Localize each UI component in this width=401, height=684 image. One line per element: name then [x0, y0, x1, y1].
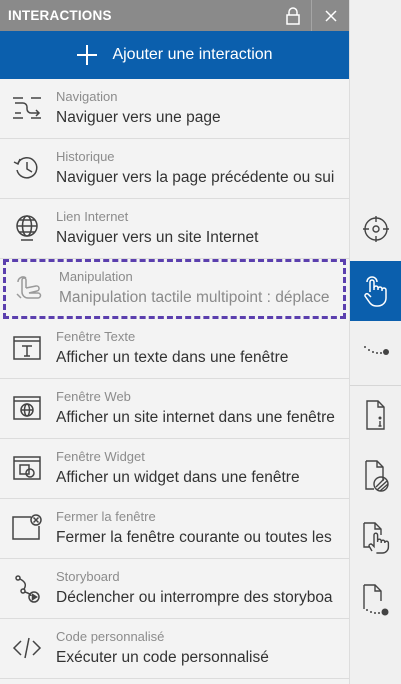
- item-category: Navigation: [56, 89, 118, 104]
- text-window-icon: [11, 332, 43, 364]
- storyboard-icon: [11, 572, 43, 604]
- motion-path-icon: [364, 346, 389, 355]
- item-category: Fenêtre Widget: [56, 449, 145, 464]
- item-description: Afficher un texte dans une fenêtre: [56, 349, 289, 366]
- item-category: Fenêtre Web: [56, 389, 131, 404]
- rail-button-file-texture[interactable]: [350, 446, 401, 506]
- item-category: Fenêtre Texte: [56, 329, 136, 344]
- item-description: Manipulation tactile multipoint : déplac…: [59, 289, 330, 306]
- panel-title: INTERACTIONS: [8, 8, 112, 23]
- list-item-widget-window[interactable]: Fenêtre Widget Afficher un widget dans u…: [0, 439, 349, 499]
- item-description: Naviguer vers une page: [56, 109, 221, 126]
- close-window-icon: [11, 512, 43, 544]
- list-item-navigation[interactable]: Navigation Naviguer vers une page: [0, 79, 349, 139]
- item-category: Code personnalisé: [56, 629, 165, 644]
- file-touch-icon: [363, 522, 390, 554]
- widget-window-icon: [11, 452, 43, 484]
- add-interaction-label: Ajouter une interaction: [112, 46, 273, 63]
- rail-button-touch[interactable]: [350, 261, 401, 321]
- item-category: Fermer la fenêtre: [56, 509, 156, 524]
- rail-button-file-touch[interactable]: [350, 508, 401, 568]
- item-description: Afficher un widget dans une fenêtre: [56, 469, 300, 486]
- item-category: Historique: [56, 149, 115, 164]
- add-interaction-button[interactable]: Ajouter une interaction: [0, 31, 349, 79]
- rail-button-target[interactable]: [350, 199, 401, 259]
- close-panel-button[interactable]: [311, 0, 349, 31]
- close-icon: [324, 9, 337, 22]
- plus-icon: [77, 45, 98, 65]
- item-description: Naviguer vers un site Internet: [56, 229, 259, 246]
- target-icon: [363, 216, 389, 242]
- right-tool-rail: [349, 0, 401, 684]
- item-description: Exécuter un code personnalisé: [56, 649, 269, 666]
- item-category: Storyboard: [56, 569, 120, 584]
- list-item-storyboard[interactable]: Storyboard Déclencher ou interrompre des…: [0, 559, 349, 619]
- history-icon: [11, 152, 43, 184]
- rail-button-file-path[interactable]: [350, 570, 401, 630]
- list-item-web-window[interactable]: Fenêtre Web Afficher un site internet da…: [0, 379, 349, 439]
- file-info-icon: [366, 400, 385, 430]
- lock-button[interactable]: [275, 0, 311, 31]
- code-icon: [11, 632, 43, 664]
- file-path-icon: [363, 584, 389, 616]
- rail-button-file-info[interactable]: [350, 385, 401, 445]
- navigation-icon: [11, 92, 43, 124]
- list-item-manipulation[interactable]: Manipulation Manipulation tactile multip…: [3, 259, 346, 319]
- list-item-text-window[interactable]: Fenêtre Texte Afficher un texte dans une…: [0, 319, 349, 379]
- touch-hand-icon: [364, 276, 387, 307]
- touch-gesture-icon: [14, 272, 46, 304]
- interactions-panel: INTERACTIONS Ajouter une interaction Nav…: [0, 0, 349, 684]
- interaction-list: Navigation Naviguer vers une page Histor…: [0, 79, 349, 679]
- list-item-internet-link[interactable]: Lien Internet Naviguer vers un site Inte…: [0, 199, 349, 259]
- item-category: Lien Internet: [56, 209, 129, 224]
- globe-icon: [11, 212, 43, 244]
- item-category: Manipulation: [59, 269, 133, 284]
- panel-header: INTERACTIONS: [0, 0, 349, 31]
- item-description: Afficher un site internet dans une fenêt…: [56, 409, 335, 426]
- list-item-close-window[interactable]: Fermer la fenêtre Fermer la fenêtre cour…: [0, 499, 349, 559]
- rail-button-motion-path[interactable]: [350, 322, 401, 382]
- item-description: Naviguer vers la page précédente ou sui: [56, 169, 335, 186]
- web-window-icon: [11, 392, 43, 424]
- list-item-history[interactable]: Historique Naviguer vers la page précéde…: [0, 139, 349, 199]
- item-description: Fermer la fenêtre courante ou toutes les: [56, 529, 332, 546]
- file-texture-icon: [365, 460, 389, 492]
- list-item-custom-code[interactable]: Code personnalisé Exécuter un code perso…: [0, 619, 349, 679]
- item-description: Déclencher ou interrompre des storyboa: [56, 589, 333, 606]
- lock-icon: [286, 6, 300, 25]
